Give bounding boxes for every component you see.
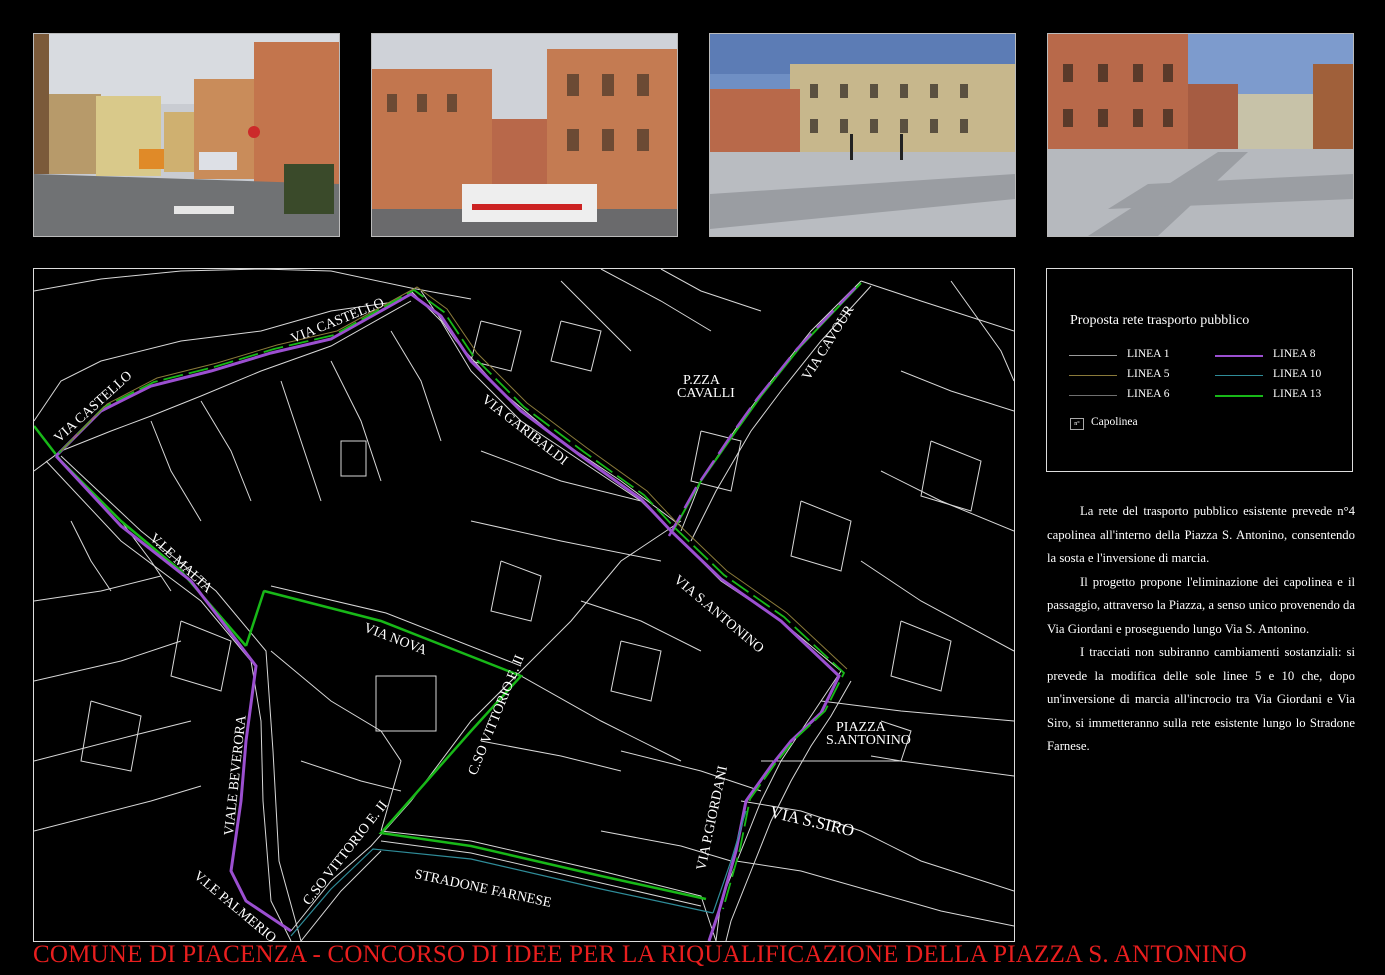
- label-viale-beverora: VIALE BEVERORA: [222, 714, 250, 837]
- transport-network-map: VIA CASTELLO VIA CASTELLO VIA GARIBALDI …: [33, 268, 1015, 942]
- label-pzza-cavalli-2: CAVALLI: [677, 386, 735, 401]
- photo-street-existing-2: [371, 33, 678, 237]
- legend-label-linea-1: LINEA 1: [1127, 348, 1170, 360]
- legend-label-linea-10: LINEA 10: [1273, 368, 1322, 380]
- legend-label-linea-13: LINEA 13: [1273, 388, 1322, 400]
- legend-label-linea-8: LINEA 8: [1273, 348, 1316, 360]
- map-labels: VIA CASTELLO VIA CASTELLO VIA GARIBALDI …: [52, 296, 911, 941]
- photo-render-piazza-2: [1047, 33, 1354, 237]
- project-description: La rete del trasporto pubblico esistente…: [1047, 500, 1355, 759]
- legend-label-linea-6: LINEA 6: [1127, 388, 1170, 400]
- street-map-svg: VIA CASTELLO VIA CASTELLO VIA GARIBALDI …: [34, 269, 1014, 941]
- label-piazza-santonino-2: S.ANTONINO: [826, 733, 911, 748]
- legend-label-capolinea: Capolinea: [1091, 416, 1138, 428]
- legend-swatch-linea-13: [1215, 395, 1263, 397]
- bus-routes: [34, 282, 862, 941]
- legend-swatch-linea-6: [1069, 395, 1117, 396]
- description-paragraph-2: Il progetto propone l'eliminazione dei c…: [1047, 574, 1355, 636]
- legend-swatch-linea-10: [1215, 375, 1263, 376]
- label-cso-vittorio-south: C.SO VITTORIO E. II: [300, 798, 391, 909]
- label-via-santonino: VIA S.ANTONINO: [670, 573, 766, 657]
- capolinea-marker-icon: n°: [1070, 418, 1084, 430]
- street-network: [34, 269, 1014, 941]
- legend-label-linea-5: LINEA 5: [1127, 368, 1170, 380]
- label-vle-malta: V.LE MALTA: [146, 531, 215, 597]
- footer-title: COMUNE DI PIACENZA - CONCORSO DI IDEE PE…: [33, 941, 1247, 968]
- photo-render-piazza-1: [709, 33, 1016, 237]
- legend-swatch-linea-8: [1215, 355, 1263, 357]
- description-paragraph-1: La rete del trasporto pubblico esistente…: [1047, 504, 1355, 565]
- label-via-castello-north: VIA CASTELLO: [289, 296, 387, 347]
- photo-street-existing-1: [33, 33, 340, 237]
- description-paragraph-3: I tracciati non subiranno cambiamenti so…: [1047, 645, 1355, 753]
- label-via-castello-west: VIA CASTELLO: [52, 368, 136, 446]
- map-legend: Proposta rete trasporto pubblico LINEA 1…: [1046, 268, 1353, 472]
- label-stradone-farnese: STRADONE FARNESE: [413, 867, 552, 911]
- legend-swatch-linea-1: [1069, 355, 1117, 356]
- label-via-ssiro: VIA S.SIRO: [768, 802, 856, 840]
- legend-title: Proposta rete trasporto pubblico: [1070, 313, 1250, 328]
- label-cso-vittorio-north: C.SO VITTORIO E. II: [466, 653, 528, 778]
- legend-swatch-linea-5: [1069, 375, 1117, 376]
